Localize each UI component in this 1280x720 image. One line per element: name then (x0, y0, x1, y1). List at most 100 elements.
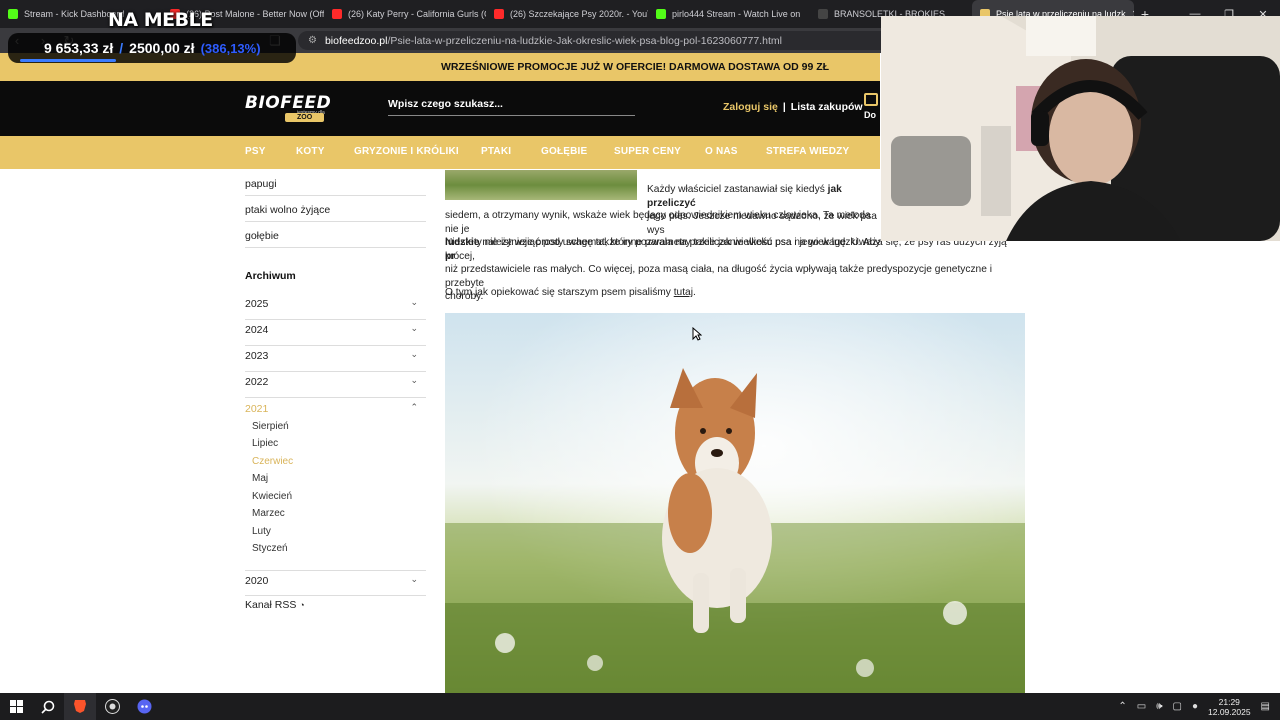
cart-icon (864, 93, 878, 106)
nav-item-ptaki[interactable]: PTAKI (481, 146, 511, 157)
account-separator: | (782, 101, 786, 113)
text-bold: ludzkie (445, 237, 480, 248)
site-logo[interactable]: BIOFEED jestesmy dla Ciebie! ZOO (245, 93, 337, 123)
text-fragment: Każdy właściciel zastanawiał się kiedyś (647, 184, 828, 195)
donation-percent: (386,13%) (200, 40, 261, 56)
shop-icon (818, 9, 828, 19)
archive-year[interactable]: 2023 ⌄ (245, 346, 426, 372)
nav-item-strefa-wiedzy[interactable]: STREFA WIEDZY (766, 146, 849, 157)
year-label: 2023 (245, 350, 269, 362)
donation-goal-widget: 9 653,33 zł / 2500,00 zł (386,13%) (8, 33, 296, 63)
site-settings-icon[interactable]: ⚙ (308, 35, 317, 46)
system-tray: ⌃ ▭ 🕪 ▢ ● 21:29 12.09.2025 ▤ (1118, 697, 1280, 717)
chevron-up-icon: ⌃ (410, 402, 418, 412)
archive-month[interactable]: Lipiec (252, 438, 278, 449)
chevron-down-icon: ⌄ (410, 574, 418, 584)
archive-month[interactable]: Sierpień (252, 421, 289, 432)
shopping-list-link[interactable]: Lista zakupów (791, 101, 863, 113)
nav-item-o-nas[interactable]: O NAS (705, 146, 738, 157)
archive-year[interactable]: 2022 ⌄ (245, 372, 426, 398)
stream-goal-title: NA MEBLE (108, 9, 213, 31)
nav-item-super-ceny[interactable]: SUPER CENY (614, 146, 681, 157)
display-icon[interactable]: ▢ (1173, 701, 1182, 712)
webcam-image (881, 16, 1280, 241)
brave-browser-icon[interactable] (64, 693, 96, 720)
youtube-icon (494, 9, 504, 19)
microphone-icon[interactable]: ● (1192, 701, 1198, 712)
article-dog-photo (445, 313, 1025, 693)
account-links: Zaloguj się | Lista zakupów (723, 101, 863, 113)
browser-tab[interactable]: (26) Szczekające Psy 2020r. - YouTub (486, 0, 648, 28)
category-item[interactable]: gołębie (245, 222, 426, 248)
rss-label: Kanał RSS (245, 599, 297, 611)
text-fragment: niż przedstawiciele ras małych. Co więce… (445, 264, 992, 289)
network-icon[interactable]: ▭ (1137, 701, 1146, 712)
url-path: /Psie-lata-w-przeliczeniu-na-ludzkie-Jak… (387, 34, 782, 47)
archive-month[interactable]: Marzec (252, 508, 285, 519)
donation-current: 9 653,33 zł (44, 40, 114, 56)
nav-item-golebie[interactable]: GOŁĘBIE (541, 146, 587, 157)
tab-title: (26) Katy Perry - California Gurls (Offi (348, 9, 486, 19)
clock[interactable]: 21:29 12.09.2025 (1208, 697, 1251, 717)
archive-month[interactable]: Styczeń (252, 543, 288, 554)
nav-item-psy[interactable]: PSY (245, 146, 266, 157)
nav-item-gryzonie[interactable]: GRYZONIE I KRÓLIKI (354, 146, 459, 157)
dog-meadow-image (445, 313, 1025, 693)
volume-icon[interactable]: 🕪 (1156, 701, 1162, 712)
browser-tab[interactable]: (26) Katy Perry - California Gurls (Offi (324, 0, 486, 28)
tab-title: pirlo444 Stream - Watch Live on (672, 9, 801, 19)
archive-heading: Archiwum (245, 270, 296, 282)
year-label: 2024 (245, 324, 269, 336)
text-fragment: . (692, 287, 696, 298)
cart-label: Do (864, 110, 876, 120)
logo-zoo: ZOO (285, 113, 325, 122)
article-text: O tym jak opiekować się starszym psem pi… (445, 287, 696, 298)
search-input[interactable]: Wpisz czego szukasz... (388, 98, 635, 116)
chevron-up-icon[interactable]: ⌃ (1118, 701, 1126, 712)
archive-month[interactable]: Maj (252, 473, 268, 484)
clock-time: 21:29 (1218, 696, 1240, 707)
login-link[interactable]: Zaloguj się (723, 101, 778, 113)
mouse-cursor-icon (692, 326, 703, 346)
archive-month-selected[interactable]: Czerwiec (252, 456, 293, 467)
youtube-icon (332, 9, 342, 19)
windows-start-icon[interactable] (0, 693, 32, 720)
chevron-down-icon: ⌄ (410, 323, 418, 333)
obs-icon[interactable] (96, 693, 128, 720)
category-item[interactable]: ptaki wolno żyjące (245, 196, 426, 222)
url-bar[interactable]: ⚙ biofeedzoo.pl/Psie-lata-w-przeliczeniu… (298, 31, 898, 50)
donation-goal: 2500,00 zł (129, 40, 195, 56)
nav-item-koty[interactable]: KOTY (296, 146, 325, 157)
article-link[interactable]: tutaj (674, 287, 693, 298)
archive-year[interactable]: 2024 ⌄ (245, 320, 426, 346)
search-icon[interactable] (32, 693, 64, 720)
year-label: 2025 (245, 298, 269, 310)
discord-icon[interactable] (128, 693, 160, 720)
screen: Stream - Kick Dashboard (26) Post Malone… (0, 0, 1280, 720)
browser-tab[interactable]: pirlo444 Stream - Watch Live on (648, 0, 810, 28)
year-label: 2022 (245, 376, 269, 388)
tab-title: (26) Szczekające Psy 2020r. - YouTub (510, 9, 648, 19)
archive-month[interactable]: Luty (252, 526, 271, 537)
archive-month[interactable]: Kwiecień (252, 491, 292, 502)
category-list: papugi ptaki wolno żyjące gołębie (245, 170, 426, 248)
donation-progress-bar (20, 59, 116, 62)
cart-button[interactable]: Do (864, 93, 878, 120)
archive-year[interactable]: 2025 ⌄ (245, 294, 426, 320)
text-fragment: O tym jak opiekować się starszym psem pi… (445, 287, 674, 298)
rss-link[interactable]: Kanał RSS ◔ (245, 599, 305, 611)
archive-year[interactable]: 2020 ⌄ (245, 570, 426, 596)
notifications-icon[interactable]: ▤ (1261, 701, 1270, 712)
category-item[interactable]: papugi (245, 170, 426, 196)
year-label: 2020 (245, 575, 269, 587)
rss-icon: ◔ (299, 600, 305, 610)
streamer-webcam (881, 16, 1280, 241)
chevron-down-icon: ⌄ (410, 297, 418, 307)
chevron-down-icon: ⌄ (410, 375, 418, 385)
article-thumbnail (445, 170, 637, 200)
kick-icon (8, 9, 18, 19)
main-navigation: PSY KOTY GRYZONIE I KRÓLIKI PTAKI GOŁĘBI… (0, 136, 880, 169)
promo-text: WRZEŚNIOWE PROMOCJE JUŻ W OFERCIE! DARMO… (440, 61, 830, 73)
site-header: BIOFEED jestesmy dla Ciebie! ZOO Wpisz c… (0, 81, 880, 136)
year-label: 2021 (245, 403, 269, 415)
